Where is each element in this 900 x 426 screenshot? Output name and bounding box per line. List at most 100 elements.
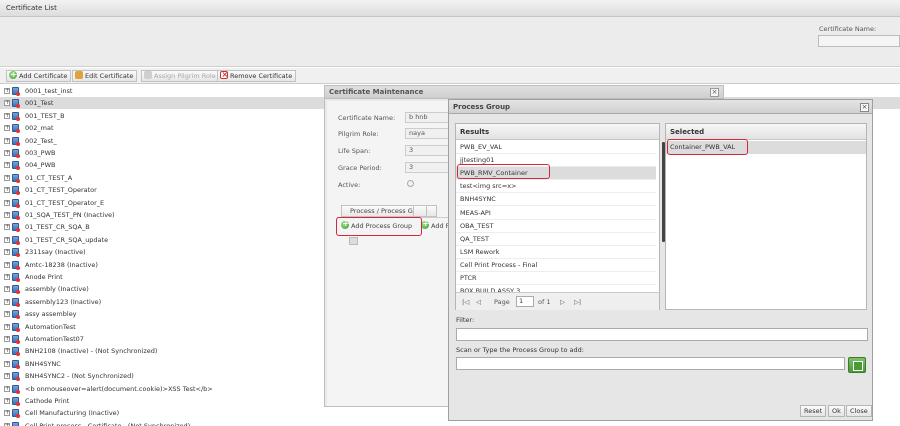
remove-certificate-button[interactable]: Remove Certificate (217, 69, 297, 82)
result-item[interactable]: QA_TEST (456, 233, 656, 246)
tree-item[interactable]: + AutomationTest07 (0, 333, 325, 345)
expand-icon[interactable]: + (4, 323, 10, 330)
expand-icon[interactable]: + (4, 236, 10, 243)
tree-item[interactable]: +001_Test (0, 97, 325, 109)
tree-item[interactable]: +2311say (Inactive) (0, 246, 325, 258)
expand-icon[interactable]: + (4, 398, 10, 404)
tree-item[interactable]: +01_TEST_CR_SQA_B (0, 221, 325, 233)
pg-close-icon[interactable]: × (860, 103, 869, 112)
result-item[interactable]: BNH4SYNC (456, 193, 656, 207)
last-page-icon[interactable]: ▷| (574, 298, 581, 306)
next-page-icon[interactable]: ▷ (560, 298, 565, 306)
certificate-icon (12, 235, 20, 245)
result-item[interactable]: LSM Rework (456, 246, 656, 259)
result-item[interactable]: PTCR (456, 272, 656, 285)
save-icon[interactable] (848, 357, 866, 373)
reset-button[interactable]: Reset (800, 405, 827, 417)
life-span-label: Life Span: (338, 147, 371, 155)
tree-item[interactable]: + <b onmouseover=alert(document.cookie)>X… (0, 383, 325, 395)
tab-next[interactable] (413, 205, 427, 217)
tree-item[interactable]: + AutomationTest (0, 321, 325, 333)
scan-label: Scan or Type the Process Group to add: (456, 346, 584, 354)
tree-item[interactable]: + Amtc-18238 (Inactive) (0, 259, 325, 271)
certificate-icon (12, 335, 20, 344)
expand-icon[interactable]: + (4, 311, 10, 318)
expand-icon[interactable]: + (4, 212, 10, 218)
result-item[interactable]: Cell Print Process - Final (456, 259, 656, 272)
tree-item[interactable]: + BNH4SYNC (0, 358, 325, 370)
ok-button[interactable]: Ok (828, 405, 845, 417)
tree-item[interactable]: +004_PWB (0, 159, 325, 171)
edit-certificate-button[interactable]: Edit Certificate (72, 70, 138, 82)
tree-item[interactable]: +001_TEST_B (0, 110, 325, 122)
add-process-button[interactable]: Add P (421, 219, 450, 230)
grid-icon (349, 237, 358, 245)
expand-icon[interactable]: + (4, 112, 10, 119)
prev-page-icon[interactable]: ◁ (476, 298, 481, 306)
tree-item[interactable]: + Anode Print (0, 271, 325, 283)
cert-name-field[interactable]: b hnb (405, 112, 449, 123)
tree-item[interactable]: +01_SQA_TEST_PN (Inactive) (0, 209, 325, 221)
expand-icon[interactable]: + (4, 249, 10, 256)
pilgrim-role-field[interactable]: naya (405, 128, 449, 139)
tree-item[interactable]: + BNH4SYNC2 - (Not Synchronized) (0, 370, 325, 382)
result-item[interactable]: MEAS-API (456, 207, 656, 220)
grace-period-field[interactable]: 3 (405, 162, 449, 173)
tree-item[interactable]: +01_TEST_CR_SQA_update (0, 234, 325, 246)
expand-icon[interactable]: + (4, 385, 10, 392)
expand-icon[interactable]: + (4, 360, 10, 367)
tree-item-label: 004_PWB (25, 161, 56, 170)
close-button[interactable]: Close (846, 405, 872, 417)
tree-item[interactable]: +003_PWB (0, 147, 325, 159)
filter-input[interactable] (456, 328, 868, 341)
expand-icon[interactable]: + (4, 274, 10, 280)
tree-item[interactable]: +002_mat (0, 122, 325, 134)
expand-icon[interactable]: + (4, 88, 10, 94)
expand-icon[interactable]: + (4, 286, 10, 293)
tree-item[interactable]: +01_CT_TEST_Operator (0, 184, 325, 196)
expand-icon[interactable]: + (4, 162, 10, 169)
assign-pilgrim-role-button[interactable]: Assign Pilgrim Role (141, 70, 220, 82)
scan-input[interactable] (456, 357, 845, 370)
expand-icon[interactable]: + (4, 373, 10, 380)
expand-icon[interactable]: + (4, 125, 10, 132)
active-checkbox[interactable] (407, 180, 414, 187)
expand-icon[interactable]: + (4, 336, 10, 342)
highlight-box (457, 164, 550, 179)
first-page-icon[interactable]: |◁ (462, 298, 469, 306)
expand-icon[interactable]: + (4, 187, 10, 194)
expand-icon[interactable]: + (4, 150, 10, 156)
cert-name-input[interactable] (818, 35, 900, 47)
expand-icon[interactable]: + (4, 174, 10, 181)
result-item[interactable]: test<img src=x> (456, 180, 656, 194)
tree-item[interactable]: + BNH2108 (Inactive) - (Not Synchronized) (0, 345, 325, 357)
tree-item[interactable]: + Cell Manufacturing (Inactive) (0, 407, 325, 419)
expand-icon[interactable]: + (4, 224, 10, 231)
add-certificate-button[interactable]: Add Certificate (6, 69, 72, 82)
cert-maint-close-button[interactable]: × (710, 88, 719, 97)
tree-item-label: 002_mat (25, 124, 54, 133)
tree-item[interactable]: + assembly123 (Inactive) (0, 296, 325, 308)
tree-item[interactable]: +01_CT_TEST_A (0, 172, 325, 184)
expand-icon[interactable]: + (4, 100, 10, 107)
result-item[interactable]: OBA_TEST (456, 220, 656, 233)
expand-icon[interactable]: + (4, 348, 10, 355)
tree-item[interactable]: +0001_test_inst (0, 85, 325, 97)
expand-icon[interactable]: + (4, 199, 10, 206)
tree-item[interactable]: + Cell Print process - Certificate - (Not… (0, 420, 325, 426)
tree-item[interactable]: + assy assembley (0, 308, 325, 320)
certificate-icon (12, 186, 20, 196)
life-span-field[interactable]: 3 (405, 145, 449, 156)
expand-icon[interactable]: + (4, 261, 10, 268)
tree-item-label: Cathode Print (25, 397, 70, 405)
expand-icon[interactable]: + (4, 137, 10, 144)
expand-icon[interactable]: + (4, 298, 10, 305)
tree-item[interactable]: +01_CT_TEST_Operator_E (0, 197, 325, 209)
tree-item[interactable]: +002_Test_ (0, 135, 325, 147)
tree-item[interactable]: + Cathode Print (0, 395, 325, 407)
result-item[interactable]: PWB_EV_VAL (456, 141, 656, 154)
certificate-icon (12, 198, 20, 208)
tree-item[interactable]: + assembly (Inactive) (0, 283, 325, 295)
expand-icon[interactable]: + (4, 410, 10, 417)
page-input[interactable]: 1 (516, 296, 534, 307)
